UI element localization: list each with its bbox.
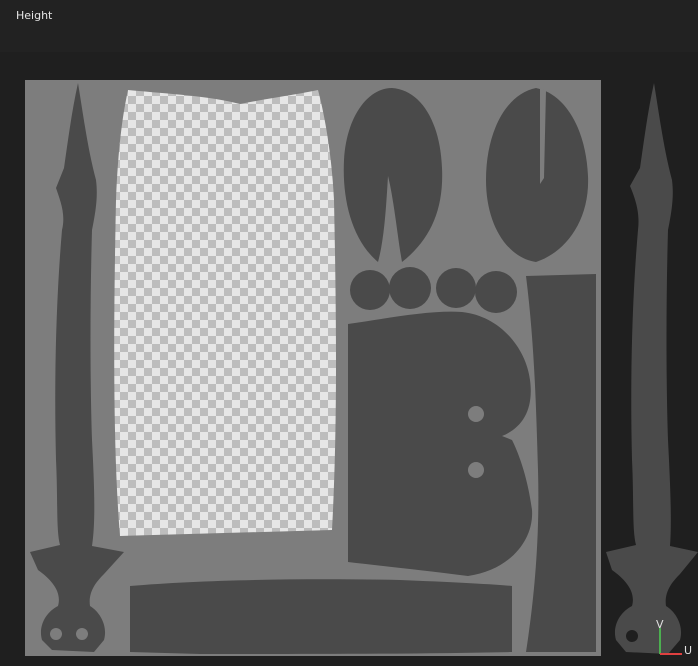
uv-hole-body-b	[468, 462, 484, 478]
uv-hole-right-a	[626, 630, 638, 642]
uv-shell-disc-3[interactable]	[436, 268, 476, 308]
uv-shell-blade-right[interactable]	[606, 83, 698, 654]
uv-shell-disc-2[interactable]	[389, 267, 431, 309]
uv-hole-left-a	[50, 628, 62, 640]
axis-u-label: U	[684, 644, 693, 657]
uv-axis-gizmo: V U	[654, 618, 696, 660]
uv-shell-body[interactable]	[348, 311, 533, 576]
uv-shell-disc-1[interactable]	[350, 270, 390, 310]
uv-hole-body-a	[468, 406, 484, 422]
uv-shell-strip-bottom[interactable]	[130, 579, 512, 654]
axis-v-label: V	[656, 618, 664, 631]
uv-canvas[interactable]	[0, 0, 698, 666]
uv-hole-left-b	[76, 628, 88, 640]
uv-shell-transparent[interactable]	[114, 90, 336, 536]
uv-shell-disc-4[interactable]	[475, 271, 517, 313]
